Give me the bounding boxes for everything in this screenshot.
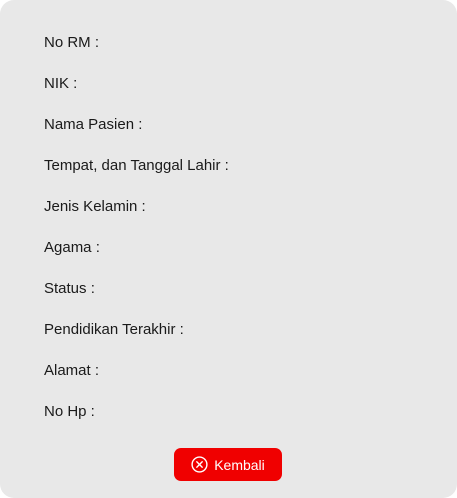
field-no-rm: No RM :: [44, 34, 100, 51]
patient-detail-card: No RM : NIK : Nama Pasien : Tempat, dan …: [0, 0, 457, 498]
back-button-label: Kembali: [214, 456, 265, 473]
field-tempat-tanggal-lahir: Tempat, dan Tanggal Lahir :: [44, 157, 229, 174]
field-jenis-kelamin: Jenis Kelamin :: [44, 198, 146, 215]
back-button[interactable]: Kembali: [174, 448, 282, 481]
field-agama: Agama :: [44, 239, 100, 256]
field-nama-pasien: Nama Pasien :: [44, 116, 143, 133]
field-alamat: Alamat :: [44, 362, 100, 379]
field-no-hp: No Hp :: [44, 403, 95, 420]
field-pendidikan-terakhir: Pendidikan Terakhir :: [44, 321, 184, 338]
field-status: Status :: [44, 280, 95, 297]
field-nik: NIK :: [44, 75, 78, 92]
circle-x-icon: [191, 456, 208, 473]
